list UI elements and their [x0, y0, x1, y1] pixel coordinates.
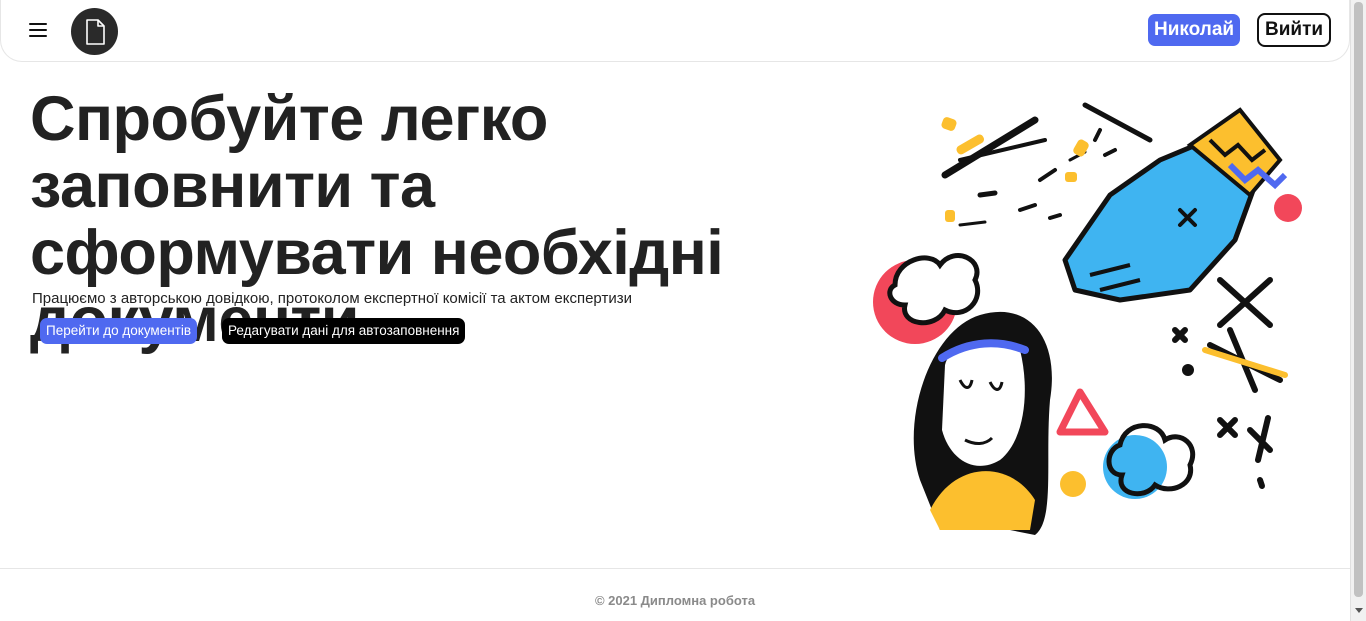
hero-title: Спробуйте легко заповнити та сформувати …	[30, 84, 724, 354]
vertical-scrollbar[interactable]	[1350, 0, 1366, 621]
page: Николай Вийти Спробуйте легко заповнити …	[0, 0, 1366, 621]
hamburger-menu-icon[interactable]	[23, 18, 53, 42]
main-content: Николай Вийти Спробуйте легко заповнити …	[0, 0, 1350, 621]
hero-subtitle: Працюємо з авторською довідкою, протокол…	[32, 290, 632, 307]
logout-button[interactable]: Вийти	[1257, 13, 1332, 47]
hero-illustration	[873, 102, 1302, 535]
scroll-down-arrow-icon[interactable]	[1355, 608, 1363, 613]
page-footer: © 2021 Дипломна робота	[0, 568, 1350, 621]
girl-figure	[913, 311, 1052, 535]
user-profile-button[interactable]: Николай	[1148, 14, 1241, 46]
top-header: Николай Вийти	[0, 0, 1350, 62]
copyright-text: © 2021 Дипломна робота	[594, 593, 756, 608]
scrollbar-thumb[interactable]	[1354, 2, 1363, 597]
go-to-documents-button[interactable]: Перейти до документів	[40, 318, 198, 344]
document-icon	[85, 18, 105, 45]
logo[interactable]	[71, 8, 118, 55]
blue-hand-shape	[1062, 107, 1302, 303]
edit-autofill-data-button[interactable]: Редагувати дані для автозаповнення	[222, 318, 466, 344]
